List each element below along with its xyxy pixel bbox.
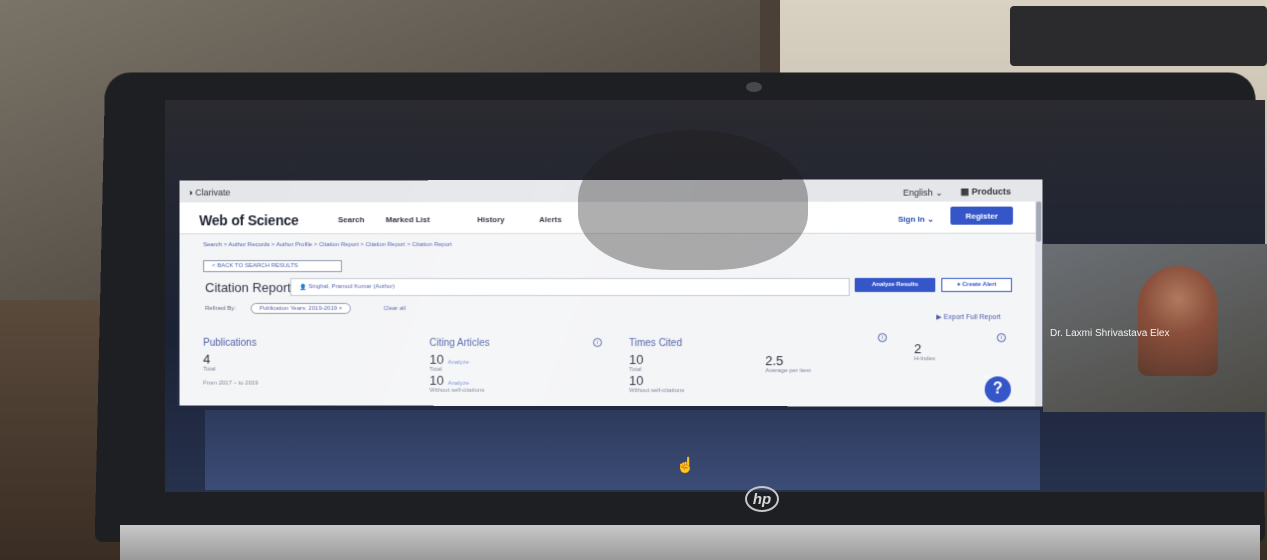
h-index-card: 2 H-Index <box>914 338 935 406</box>
participant-video <box>1138 266 1218 376</box>
average-sub: Average per item <box>765 368 811 374</box>
publications-value: 4 <box>203 352 258 367</box>
citing-articles-card: Citing Articles 10 Analyze Total 10 Analyz… <box>429 338 489 407</box>
author-name: Singhal, Pramod Kumar (Author) <box>308 284 394 290</box>
clear-all-link[interactable]: Clear all <box>384 306 406 312</box>
language-selector[interactable]: English ⌄ <box>903 188 943 199</box>
breadcrumb[interactable]: Search > Author Records > Author Profile… <box>203 242 452 248</box>
export-label: Export Full Report <box>944 314 1001 321</box>
products-label: Products <box>972 186 1011 196</box>
participant-name: Dr. Laxmi Shrivastava Elex <box>1050 328 1170 339</box>
scrollbar[interactable] <box>1035 202 1042 407</box>
citing-without-analyze-link[interactable]: Analyze <box>448 381 469 387</box>
clarivate-label: Clarivate <box>195 187 230 197</box>
info-icon[interactable]: i <box>593 338 602 347</box>
video-participant-tile[interactable]: Dr. Laxmi Shrivastava Elex <box>1043 244 1267 412</box>
author-filter-field[interactable]: 👤 Singhal, Pramod Kumar (Author) <box>290 278 849 296</box>
year-range[interactable]: From 2017 – to 2019 <box>203 381 258 387</box>
filter-chip[interactable]: Publication Years: 2019-2019 × <box>251 303 351 314</box>
times-cited-without-self-sub: Without self-citations <box>629 388 684 394</box>
times-cited-without-self: 10 <box>629 373 684 388</box>
times-cited-card: Times Cited 10 Total 10 Without self-cit… <box>629 338 684 407</box>
publications-card: Publications 4 Total From 2017 – to 2019 <box>203 338 258 407</box>
clarivate-logo[interactable]: ◑ Clarivate <box>187 187 230 197</box>
nav-alerts[interactable]: Alerts <box>539 215 562 224</box>
hp-logo: hp <box>745 486 779 512</box>
h-index-sub: H-Index <box>914 356 935 362</box>
scrollbar-thumb[interactable] <box>1036 202 1041 242</box>
hand-cursor-icon: ☝ <box>676 456 695 474</box>
products-menu[interactable]: ▦ Products <box>960 186 1011 197</box>
refined-by-label: Refined By: <box>205 306 236 312</box>
average-value: 2.5 <box>765 353 811 368</box>
publications-sub: Total <box>203 367 258 373</box>
sign-in-label: Sign In <box>898 215 925 224</box>
info-icon[interactable]: i <box>878 333 887 342</box>
nav-marked-list[interactable]: Marked List <box>386 215 430 224</box>
h-index-value: 2 <box>914 341 935 356</box>
person-icon: 👤 <box>299 284 308 291</box>
analyze-results-button[interactable]: Analyze Results <box>855 278 936 292</box>
main-nav: Web of Science Search Marked List Histor… <box>179 202 1042 235</box>
app-title[interactable]: Web of Science <box>199 212 299 228</box>
nav-search[interactable]: Search <box>338 215 365 224</box>
screen-lower-area <box>205 410 1040 490</box>
citing-without-self-sub: Without self-citations <box>429 388 489 394</box>
citing-without-self-value: 10 <box>429 373 443 388</box>
export-report-link[interactable]: ▶ Export Full Report <box>936 313 1000 321</box>
citing-articles-label: Citing Articles <box>429 338 489 349</box>
citing-analyze-link[interactable]: Analyze <box>448 360 469 366</box>
back-to-results-button[interactable]: < BACK TO SEARCH RESULTS <box>203 260 342 272</box>
grid-icon: ▦ <box>960 187 969 197</box>
times-cited-label: Times Cited <box>629 338 684 349</box>
help-badge: 24 <box>983 374 990 380</box>
language-label: English <box>903 188 933 198</box>
times-cited-total: 10 <box>629 352 684 367</box>
info-icon[interactable]: i <box>997 333 1006 342</box>
sign-in-link[interactable]: Sign In ⌄ <box>898 215 934 224</box>
webcam <box>746 82 762 92</box>
register-button[interactable]: Register <box>950 207 1013 225</box>
laptop-base <box>120 525 1260 560</box>
average-card: 2.5 Average per item <box>765 350 811 406</box>
nav-history[interactable]: History <box>477 215 504 224</box>
create-alert-label: Create Alert <box>962 282 996 288</box>
citing-total-value: 10 <box>429 352 443 367</box>
rear-monitor <box>1010 6 1267 66</box>
publications-label: Publications <box>203 338 258 349</box>
page-title: Citation Report <box>205 280 291 295</box>
create-alert-button[interactable]: ● Create Alert <box>941 278 1012 292</box>
clarivate-bar: ◑ Clarivate English ⌄ ▦ Products <box>179 179 1042 202</box>
web-of-science-page: ◑ Clarivate English ⌄ ▦ Products Web of … <box>179 179 1042 406</box>
